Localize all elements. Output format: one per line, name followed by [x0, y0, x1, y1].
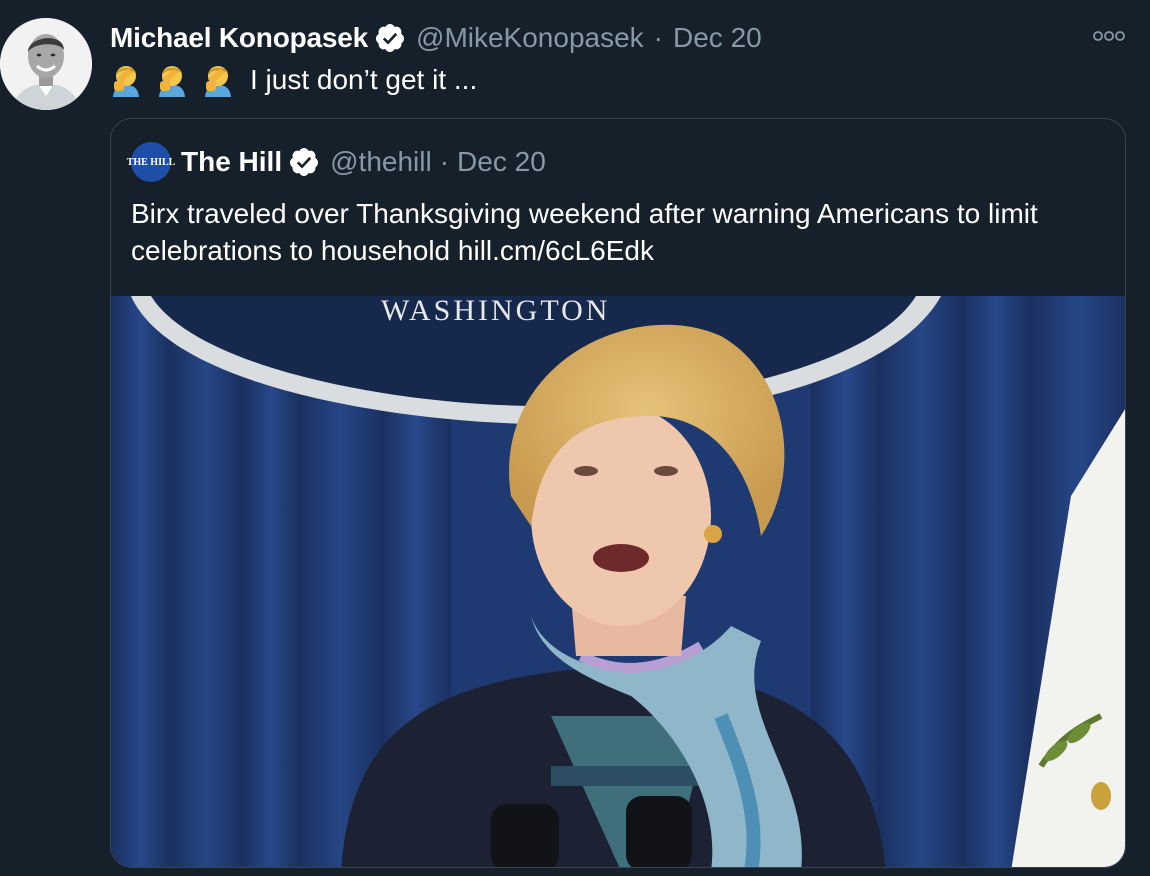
facepalm-icon	[156, 63, 188, 97]
tweet-text: I just don’t get it ...	[110, 60, 477, 100]
quoted-author-avatar[interactable]: THE HILL	[127, 142, 175, 182]
author-name[interactable]: Michael Konopasek	[110, 22, 368, 54]
quoted-tweet-card[interactable]: THE HILL The Hill @thehill · Dec 20 Birx…	[110, 118, 1126, 868]
separator-dot: ·	[653, 22, 663, 53]
separator-dot: ·	[439, 146, 450, 177]
quoted-author-name[interactable]: The Hill	[181, 146, 282, 178]
more-options-icon[interactable]	[1092, 28, 1126, 44]
avatar-image	[0, 18, 92, 110]
verified-badge-icon	[288, 146, 320, 178]
tweet-header: Michael Konopasek @MikeKonopasek · Dec 2…	[110, 20, 762, 56]
tweet[interactable]: Michael Konopasek @MikeKonopasek · Dec 2…	[0, 0, 1150, 876]
quoted-tweet-header: THE HILL The Hill @thehill · Dec 20	[127, 142, 546, 182]
quoted-tweet-photo[interactable]: WASHINGTON	[111, 296, 1125, 867]
verified-badge-icon	[374, 22, 406, 54]
press-briefing-photo: WASHINGTON	[111, 296, 1125, 867]
tweet-body-text: I just don’t get it ...	[250, 64, 478, 95]
facepalm-icon	[202, 63, 234, 97]
facepalm-icon	[110, 63, 142, 97]
seal-lettering: WASHINGTON	[381, 296, 610, 327]
quoted-author-handle[interactable]: @thehill	[330, 146, 432, 178]
quoted-tweet-date[interactable]: Dec 20	[457, 146, 546, 178]
tweet-date[interactable]: Dec 20	[673, 22, 762, 54]
avatar[interactable]	[0, 18, 92, 110]
author-handle[interactable]: @MikeKonopasek	[416, 22, 644, 54]
the-hill-logo: THE HILL	[126, 156, 176, 168]
quoted-tweet-text: Birx traveled over Thanksgiving weekend …	[131, 198, 1038, 266]
